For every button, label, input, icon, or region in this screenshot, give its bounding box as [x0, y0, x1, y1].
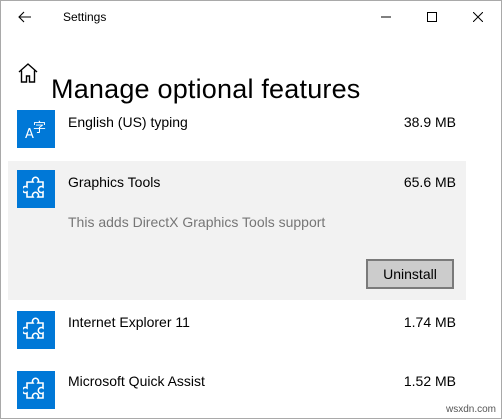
feature-size: 65.6 MB	[403, 174, 456, 190]
puzzle-piece-icon	[17, 311, 55, 349]
feature-item-quick-assist[interactable]: Microsoft Quick Assist 1.52 MB	[8, 362, 466, 418]
feature-size: 1.74 MB	[403, 314, 456, 330]
puzzle-piece-icon	[17, 170, 55, 208]
feature-item-graphics-tools[interactable]: Graphics Tools 65.6 MB This adds DirectX…	[8, 161, 466, 300]
feature-name: Graphics Tools	[68, 174, 161, 190]
title-bar: Settings	[1, 1, 501, 33]
feature-description: This adds DirectX Graphics Tools support	[68, 214, 326, 230]
maximize-button[interactable]	[409, 1, 455, 33]
home-icon[interactable]	[17, 61, 39, 85]
back-arrow-icon	[18, 11, 31, 23]
uninstall-button[interactable]: Uninstall	[366, 259, 454, 289]
language-icon: A 字	[17, 110, 55, 148]
feature-item-english-typing[interactable]: A 字 English (US) typing 38.9 MB	[8, 101, 466, 159]
app-title: Settings	[63, 10, 107, 24]
settings-window: Settings Manage optional features A 字 En…	[0, 0, 502, 419]
feature-item-internet-explorer[interactable]: Internet Explorer 11 1.74 MB	[8, 302, 466, 360]
minimize-icon	[381, 16, 391, 18]
feature-size: 1.52 MB	[403, 373, 456, 389]
feature-name: Internet Explorer 11	[68, 314, 190, 330]
feature-size: 38.9 MB	[403, 114, 456, 130]
close-button[interactable]	[455, 1, 501, 33]
svg-text:字: 字	[33, 121, 46, 136]
close-icon	[473, 12, 483, 22]
minimize-button[interactable]	[363, 1, 409, 33]
back-button[interactable]	[9, 5, 41, 29]
feature-name: Microsoft Quick Assist	[68, 373, 205, 389]
maximize-icon	[427, 12, 437, 22]
feature-name: English (US) typing	[68, 114, 188, 130]
watermark: wsxdn.com	[445, 404, 496, 415]
puzzle-piece-icon	[17, 371, 55, 409]
